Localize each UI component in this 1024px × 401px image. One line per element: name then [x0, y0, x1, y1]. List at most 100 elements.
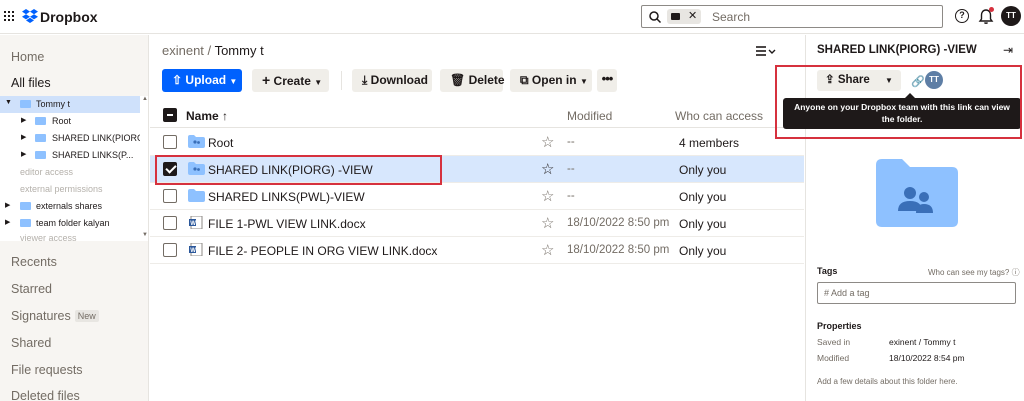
close-icon[interactable]: ✕	[688, 9, 697, 24]
svg-text:W: W	[190, 221, 196, 227]
row-checkbox[interactable]	[163, 189, 177, 203]
folder-tree: ▼ Tommy t ▶ Root ▶ SHARED LINK(PIORG... …	[0, 96, 148, 243]
select-all-checkbox[interactable]	[163, 108, 177, 122]
create-button[interactable]: + Create ▼	[252, 69, 329, 92]
star-icon[interactable]: ☆	[541, 133, 554, 151]
open-in-button[interactable]: ⧉ Open in ▼	[510, 69, 592, 92]
search-box[interactable]: ✕	[641, 5, 943, 28]
sidebar-item-home[interactable]: Home	[11, 50, 44, 64]
column-modified[interactable]: Modified	[567, 109, 612, 123]
external-link-icon: ⧉	[520, 73, 529, 87]
star-icon[interactable]: ☆	[541, 241, 554, 259]
tree-item[interactable]: ▶ externals shares	[0, 198, 140, 215]
row-modified: 18/10/2022 8:50 pm	[567, 244, 670, 256]
modified-value: 18/10/2022 8:54 pm	[889, 353, 965, 363]
tree-item[interactable]: ▼ Tommy t	[0, 96, 140, 113]
delete-button[interactable]: 🗑 Delete	[440, 69, 505, 92]
search-input[interactable]	[712, 9, 932, 25]
tag-input[interactable]	[817, 282, 1016, 304]
plus-icon: +	[262, 72, 271, 88]
upload-icon: ⇧	[172, 73, 183, 87]
tree-item-label: team folder kalyan	[36, 218, 110, 228]
star-icon[interactable]: ☆	[541, 214, 554, 232]
sidebar-item-label: Signatures	[11, 309, 71, 323]
sidebar-item-signatures[interactable]: Signatures New	[11, 309, 99, 323]
tree-item[interactable]: ▶ Root	[0, 113, 140, 130]
view-options-icon[interactable]	[756, 45, 776, 57]
svg-text:W: W	[190, 248, 196, 254]
chevron-right-icon[interactable]: ▶	[21, 116, 26, 124]
table-row[interactable]: W FILE 1-PWL VIEW LINK.docx ☆ 18/10/2022…	[150, 210, 804, 237]
chevron-right-icon[interactable]: ▶	[21, 133, 26, 141]
tree-item[interactable]: editor access	[0, 164, 140, 181]
sidebar-item-file-requests[interactable]: File requests	[11, 363, 83, 377]
download-button[interactable]: ⤓ Download	[352, 69, 432, 92]
tree-item-label: viewer access	[20, 233, 77, 243]
tree-item-label: Root	[52, 116, 72, 126]
tags-help-link[interactable]: Who can see my tags? ⓘ	[928, 267, 1020, 278]
breadcrumb-parent[interactable]: exinent	[162, 43, 204, 58]
row-checkbox[interactable]	[163, 135, 177, 149]
row-name[interactable]: Root	[208, 136, 233, 150]
help-icon: ⓘ	[1011, 268, 1020, 277]
tree-item[interactable]: external permissions	[0, 181, 140, 198]
tags-help-text: Who can see my tags?	[928, 268, 1010, 277]
breadcrumb: exinent / Tommy t	[162, 43, 264, 58]
search-scope-chip[interactable]: ✕	[667, 9, 701, 24]
app-grid-icon[interactable]	[4, 11, 14, 21]
add-details-link[interactable]: Add a few details about this folder here…	[817, 377, 958, 386]
scroll-up-icon[interactable]: ▲	[142, 96, 148, 102]
chevron-down-icon: ▼	[314, 78, 323, 87]
table-row[interactable]: SHARED LINKS(PWL)-VIEW ☆ -- Only you	[150, 183, 804, 210]
top-bar: Dropbox ✕ ? TT	[0, 0, 1024, 34]
folder-icon	[20, 100, 31, 108]
table-header: Name ↑ Modified Who can access	[150, 103, 804, 128]
row-checkbox[interactable]	[163, 243, 177, 257]
scroll-down-icon[interactable]: ▼	[142, 232, 148, 238]
column-who-can-access[interactable]: Who can access	[675, 109, 763, 123]
tree-scrollbar[interactable]: ▲ ▼	[141, 96, 148, 241]
row-checkbox[interactable]	[163, 216, 177, 230]
sidebar-item-recents[interactable]: Recents	[11, 255, 57, 269]
chevron-right-icon[interactable]: ▶	[21, 150, 26, 158]
star-icon[interactable]: ☆	[541, 160, 554, 178]
saved-in-value[interactable]: exinent / Tommy t	[889, 337, 955, 347]
collapse-panel-icon[interactable]: ⇥	[1003, 43, 1013, 57]
folder-icon	[188, 189, 205, 202]
folder-icon	[35, 134, 46, 142]
more-options-button[interactable]: •••	[597, 69, 617, 92]
sidebar-item-deleted-files[interactable]: Deleted files	[11, 389, 80, 401]
tree-item[interactable]: ▶ SHARED LINKS(P...	[0, 147, 140, 164]
star-icon[interactable]: ☆	[541, 187, 554, 205]
row-name[interactable]: SHARED LINKS(PWL)-VIEW	[208, 190, 365, 204]
notification-dot	[989, 7, 994, 12]
tree-item[interactable]: ▶ SHARED LINK(PIORG...	[0, 130, 140, 147]
breadcrumb-current: Tommy t	[214, 43, 264, 58]
row-name[interactable]: FILE 2- PEOPLE IN ORG VIEW LINK.docx	[208, 244, 437, 258]
shared-folder-icon	[188, 135, 205, 148]
upload-button[interactable]: ⇧ Upload ▼	[162, 69, 242, 92]
column-name[interactable]: Name ↑	[186, 109, 228, 123]
folder-icon	[20, 202, 31, 210]
word-document-icon: W	[189, 243, 203, 256]
row-access: Only you	[679, 163, 727, 177]
folder-icon	[20, 219, 31, 227]
chevron-right-icon[interactable]: ▶	[5, 201, 10, 209]
chevron-right-icon[interactable]: ▶	[5, 218, 10, 226]
tree-item[interactable]: viewer access	[0, 230, 140, 247]
help-icon[interactable]: ?	[955, 9, 969, 23]
table-row[interactable]: Root ☆ -- 4 members	[150, 129, 804, 156]
table-row[interactable]: W FILE 2- PEOPLE IN ORG VIEW LINK.docx ☆…	[150, 237, 804, 264]
brand-name[interactable]: Dropbox	[40, 9, 98, 25]
sidebar-item-starred[interactable]: Starred	[11, 282, 52, 296]
chevron-down-icon[interactable]: ▼	[5, 99, 12, 106]
folder-icon	[35, 117, 46, 125]
row-name[interactable]: FILE 1-PWL VIEW LINK.docx	[208, 217, 366, 231]
account-avatar[interactable]: TT	[1001, 6, 1021, 26]
saved-in-key: Saved in	[817, 337, 851, 347]
dropbox-logo-icon[interactable]	[22, 8, 38, 24]
sidebar-item-all-files[interactable]: All files	[11, 76, 51, 90]
word-document-icon: W	[189, 216, 203, 229]
sidebar-item-shared[interactable]: Shared	[11, 336, 51, 350]
row-modified: 18/10/2022 8:50 pm	[567, 217, 670, 229]
